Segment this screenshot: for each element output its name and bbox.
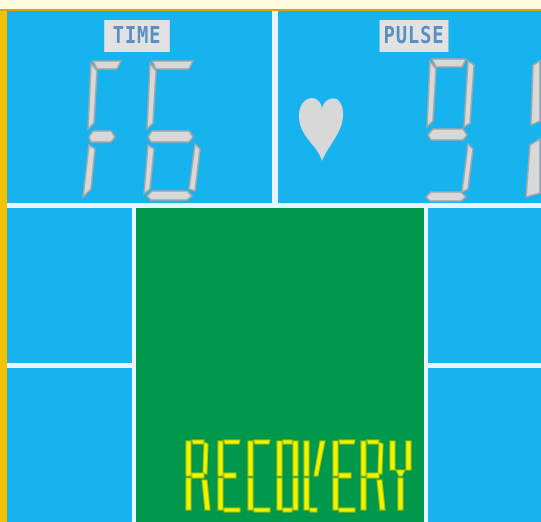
status-letter-y (389, 440, 412, 511)
time-digit-6 (143, 60, 201, 201)
console-frame: TIME F6 (0, 0, 541, 522)
time-digit-f (82, 60, 123, 200)
center-status-panel: RECOVERY (136, 208, 424, 522)
pulse-panel: PULSE 91 (278, 11, 541, 203)
right-lower-cell (428, 368, 541, 522)
status-letter-r2 (360, 439, 386, 511)
pulse-digit-9 (424, 58, 475, 202)
pulse-display (298, 58, 541, 202)
status-letter-r (185, 439, 211, 511)
left-upper-cell (7, 208, 132, 363)
recovery-text-display (185, 439, 412, 513)
status-letter-v (303, 440, 326, 513)
heart-icon (298, 97, 344, 161)
status-letter-e2 (332, 439, 356, 513)
right-upper-cell (428, 208, 541, 363)
time-value-display (82, 60, 201, 201)
pulse-digit-1 (525, 59, 541, 199)
status-letter-o (276, 439, 299, 513)
status-letter-c (247, 439, 271, 513)
left-lower-cell (7, 368, 132, 522)
time-panel: TIME F6 (7, 11, 272, 203)
lcd-screen: TIME F6 (7, 11, 541, 522)
frame-top-stripe (0, 0, 541, 11)
status-letter-e (217, 439, 241, 513)
